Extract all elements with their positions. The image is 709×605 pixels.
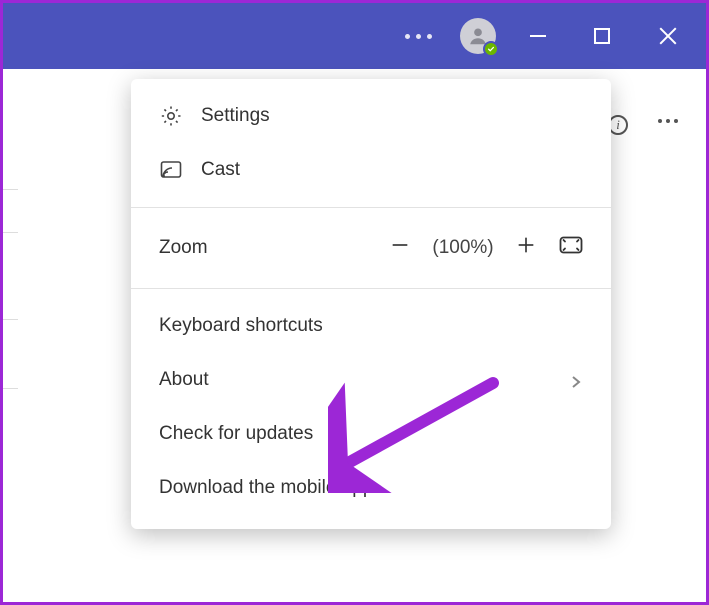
gear-icon [159,104,183,128]
menu-separator [131,207,611,208]
download-mobile-label: Download the mobile app [159,477,373,499]
zoom-in-button[interactable] [503,234,549,262]
chevron-right-icon [569,373,583,387]
window-frame: i Settings Cast [0,0,709,605]
info-icon[interactable]: i [608,115,628,135]
settings-menu-item[interactable]: Settings [131,89,611,143]
close-button[interactable] [658,26,678,46]
minimize-button[interactable] [530,35,546,37]
overflow-menu-button[interactable] [658,119,678,123]
presence-badge-available-icon [483,41,499,57]
cast-label: Cast [201,159,240,181]
zoom-label: Zoom [159,237,208,259]
settings-dropdown-menu: Settings Cast Zoom (100%) [131,79,611,529]
keyboard-shortcuts-menu-item[interactable]: Keyboard shortcuts [131,299,611,353]
check-for-updates-menu-item[interactable]: Check for updates [131,407,611,461]
background-stripe [3,189,18,233]
zoom-value: (100%) [423,237,503,259]
about-label: About [159,369,209,391]
window-controls [530,26,678,46]
title-bar [3,3,706,69]
menu-separator [131,288,611,289]
cast-icon [159,158,183,182]
about-menu-item[interactable]: About [131,353,611,407]
maximize-button[interactable] [594,28,610,44]
info-glyph: i [616,117,620,133]
zoom-control-row: Zoom (100%) [131,218,611,278]
fullscreen-button[interactable] [549,236,583,260]
check-for-updates-label: Check for updates [159,423,313,445]
cast-menu-item[interactable]: Cast [131,143,611,197]
more-options-button[interactable] [405,34,432,39]
settings-label: Settings [201,105,270,127]
keyboard-shortcuts-label: Keyboard shortcuts [159,315,323,337]
background-stripe [3,319,18,389]
zoom-out-button[interactable] [377,234,423,262]
profile-avatar[interactable] [460,18,496,54]
download-mobile-app-menu-item[interactable]: Download the mobile app [131,461,611,515]
